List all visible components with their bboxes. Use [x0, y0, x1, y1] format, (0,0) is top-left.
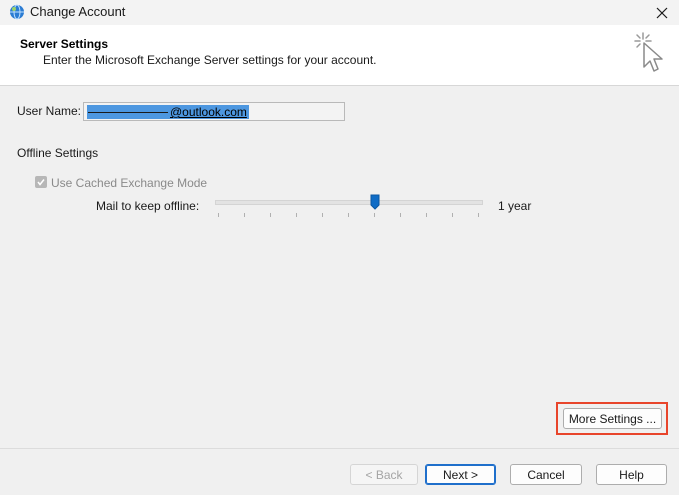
title-bar: Change Account [0, 0, 679, 25]
offline-settings-label: Offline Settings [17, 146, 99, 160]
slider-tick [322, 213, 323, 217]
slider-tick [348, 213, 349, 217]
cancel-button[interactable]: Cancel [510, 464, 582, 485]
header-title: Server Settings [20, 37, 109, 51]
window-title: Change Account [30, 4, 126, 19]
globe-icon [10, 4, 24, 20]
slider-tick [218, 213, 219, 217]
user-name-domain: @outlook.com [170, 105, 247, 119]
cached-mode-checkbox[interactable] [35, 176, 47, 188]
slider-tick [478, 213, 479, 217]
user-name-value: @outlook.com [87, 105, 249, 119]
close-button[interactable] [645, 0, 679, 25]
next-button[interactable]: Next > [425, 464, 496, 485]
back-button[interactable]: < Back [350, 464, 418, 485]
cached-mode-label: Use Cached Exchange Mode [51, 176, 208, 190]
mail-offline-label: Mail to keep offline: [96, 199, 200, 213]
slider-track[interactable] [215, 200, 483, 205]
footer-divider [0, 448, 679, 449]
check-icon [37, 179, 45, 186]
slider-thumb[interactable] [370, 194, 380, 210]
slider-tick [244, 213, 245, 217]
header-description: Enter the Microsoft Exchange Server sett… [43, 53, 377, 67]
user-name-input[interactable]: @outlook.com [83, 102, 345, 121]
slider-tick [426, 213, 427, 217]
slider-tick [452, 213, 453, 217]
slider-tick [270, 213, 271, 217]
slider-tick [374, 213, 375, 217]
change-account-dialog: Change Account Server Settings Enter the… [0, 0, 679, 495]
dialog-header: Server Settings Enter the Microsoft Exch… [0, 25, 679, 86]
help-button[interactable]: Help [596, 464, 667, 485]
user-name-label: User Name: [17, 104, 82, 118]
mail-offline-value: 1 year [498, 199, 532, 213]
close-icon[interactable] [656, 7, 668, 19]
cursor-click-icon [634, 32, 663, 72]
slider-tick [400, 213, 401, 217]
slider-tick [296, 213, 297, 217]
mail-offline-slider[interactable] [215, 193, 483, 219]
redacted-text [88, 112, 168, 114]
more-settings-button[interactable]: More Settings ... [563, 408, 662, 429]
